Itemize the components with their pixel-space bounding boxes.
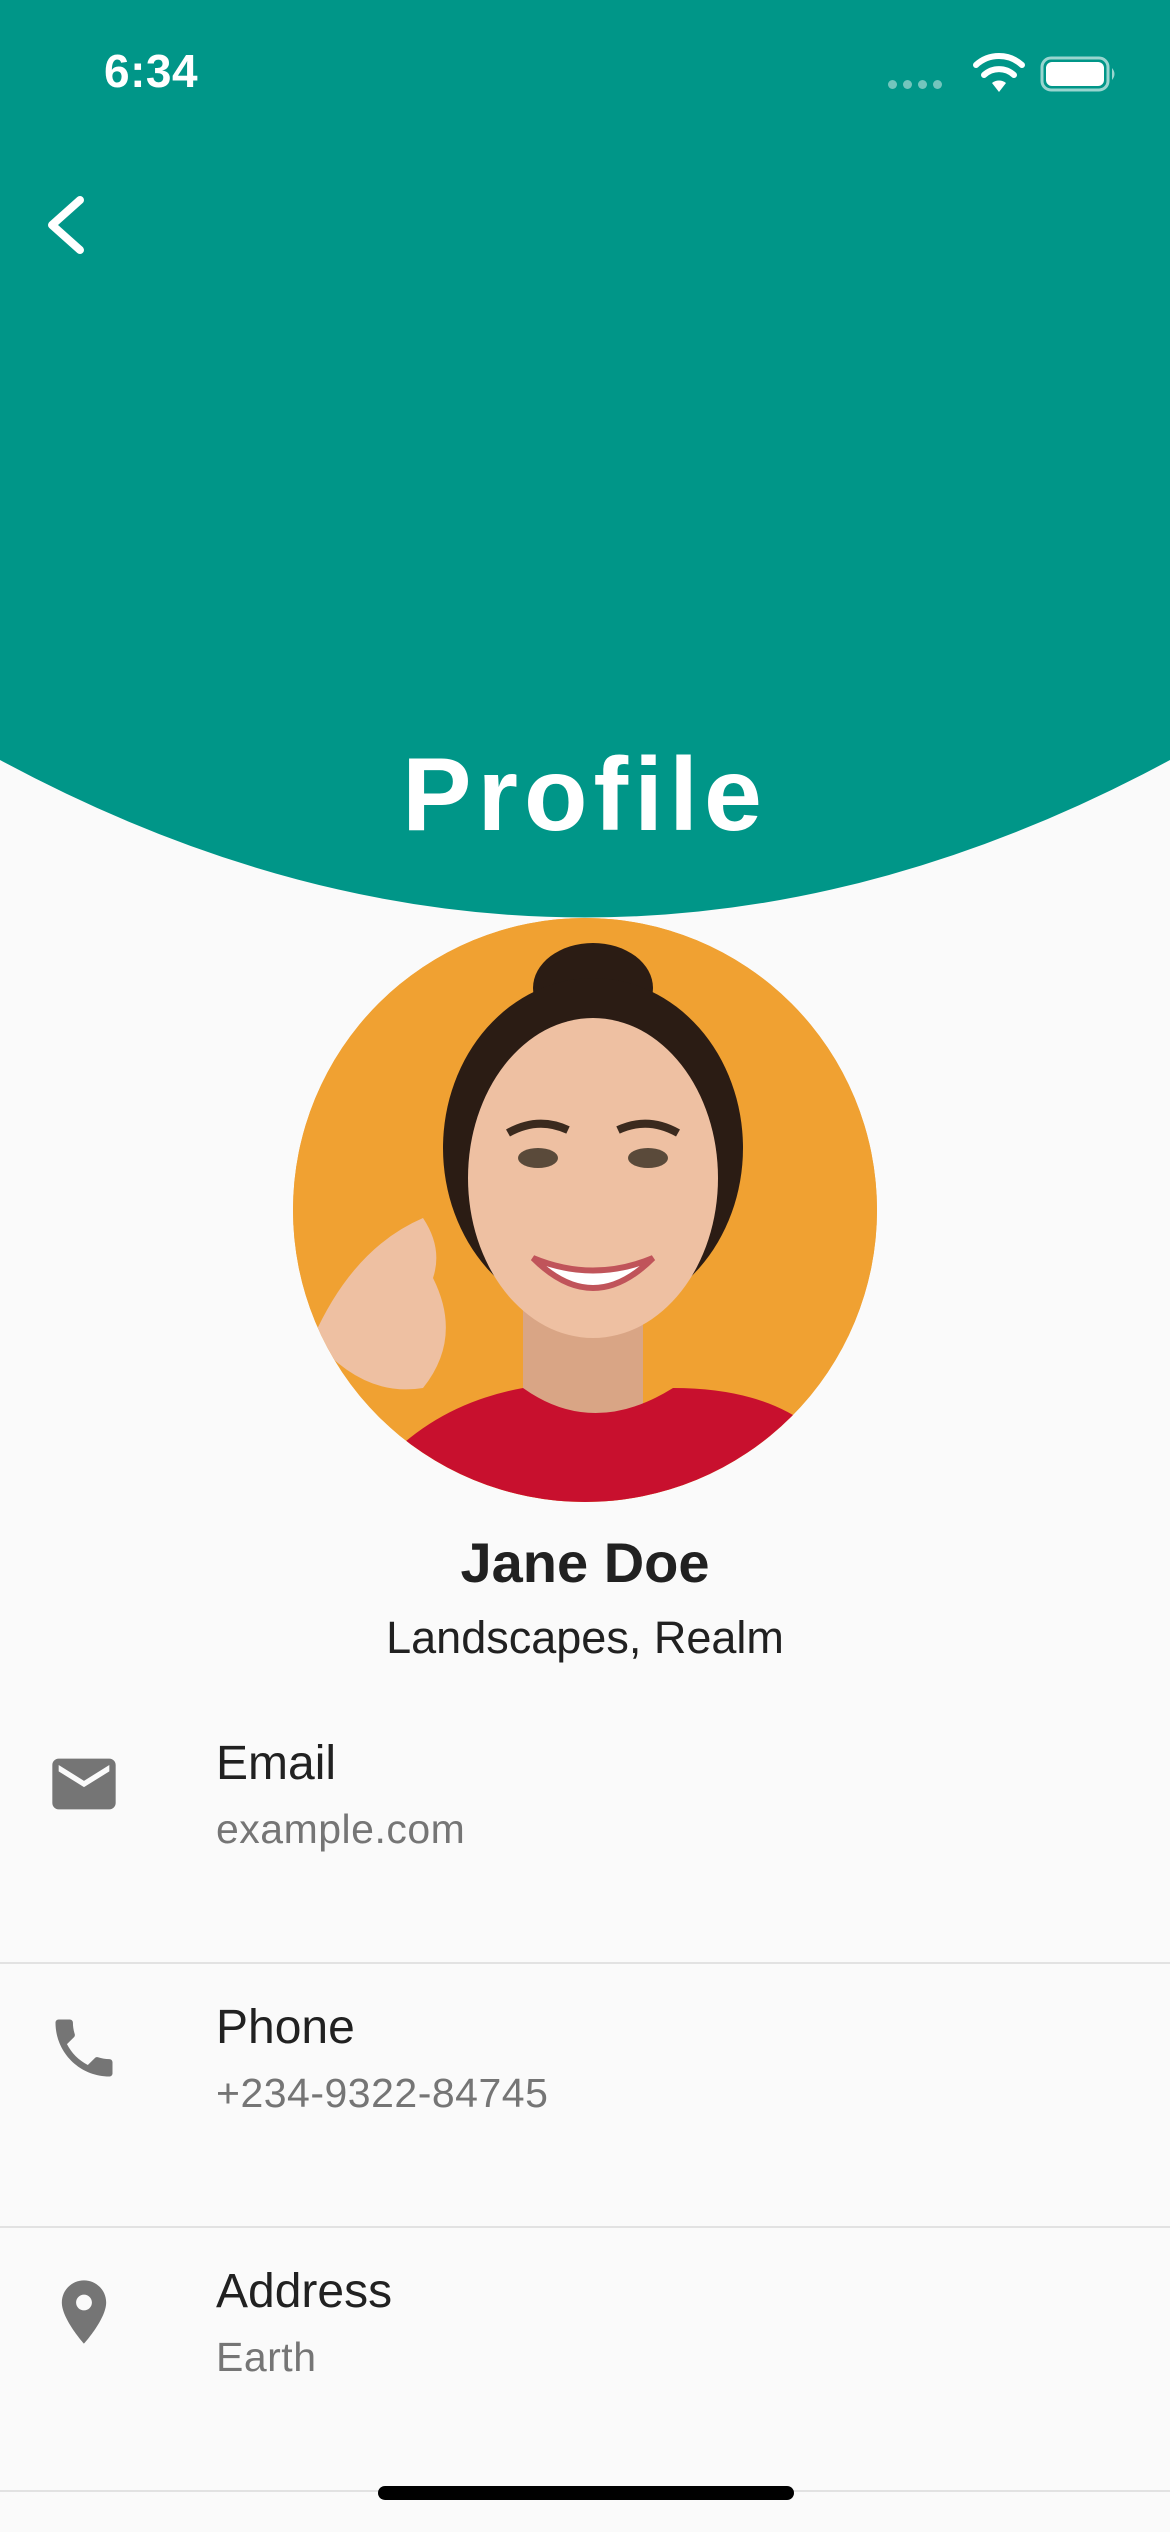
profile-screen: 6:34 Profile Jane Doe Landscapes, Realm … (0, 0, 1170, 2532)
phone-item[interactable]: Phone +234-9322-84745 (0, 1964, 1170, 2228)
phone-value: +234-9322-84745 (216, 2070, 549, 2116)
address-value: Earth (216, 2334, 317, 2380)
avatar (293, 918, 877, 1502)
location-pin-icon (61, 2280, 107, 2344)
wifi-icon (973, 53, 1025, 92)
home-indicator[interactable] (378, 2486, 794, 2500)
battery-icon (1040, 56, 1115, 92)
avatar-photo (293, 918, 877, 1502)
profile-subtitle: Landscapes, Realm (386, 1612, 784, 1663)
status-time: 6:34 (104, 45, 199, 97)
back-button[interactable] (30, 178, 100, 272)
email-value: example.com (216, 1806, 466, 1852)
status-icons (888, 52, 1118, 96)
profile-name: Jane Doe (460, 1531, 710, 1594)
phone-label: Phone (216, 2001, 355, 2054)
info-list: Email example.com Phone +234-9322-84745 … (0, 1700, 1170, 2492)
chevron-left-icon (48, 196, 84, 254)
address-item[interactable]: Address Earth (0, 2228, 1170, 2492)
header: 6:34 Profile (0, 0, 1170, 920)
email-icon (52, 1758, 116, 1810)
cellular-signal-icon (888, 80, 942, 90)
phone-icon (55, 2019, 113, 2077)
page-title: Profile (402, 737, 768, 853)
address-label: Address (216, 2265, 393, 2318)
email-label: Email (216, 1737, 337, 1790)
email-item[interactable]: Email example.com (0, 1700, 1170, 1964)
